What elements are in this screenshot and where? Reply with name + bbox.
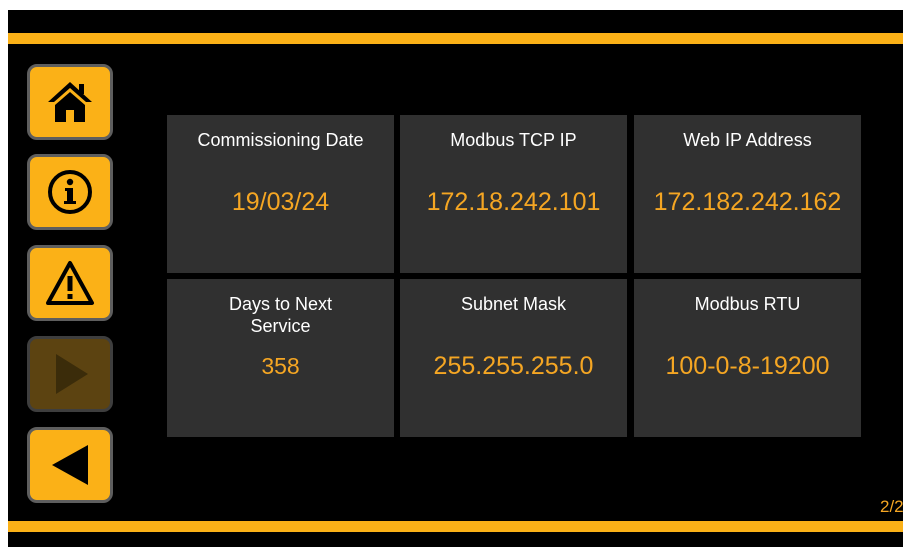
home-button[interactable] [27, 64, 113, 140]
tile-value: 172.18.242.101 [426, 188, 601, 216]
info-button[interactable] [27, 154, 113, 230]
tile-web-ip-address: Web IP Address 172.182.242.162 [634, 115, 861, 273]
tile-label: Days to Next Service [228, 294, 333, 336]
tile-subnet-mask: Subnet Mask 255.255.255.0 [400, 279, 627, 437]
tile-value: 172.182.242.162 [653, 188, 842, 216]
home-icon [48, 82, 92, 122]
back-button[interactable] [27, 427, 113, 503]
top-accent-bar [8, 33, 903, 44]
tile-label: Modbus TCP IP [450, 130, 577, 150]
tile-value: 100-0-8-19200 [665, 352, 830, 380]
tile-label: Modbus RTU [694, 294, 801, 314]
forward-button[interactable] [27, 336, 113, 412]
tile-label: Subnet Mask [460, 294, 567, 314]
tile-modbus-tcp-ip: Modbus TCP IP 172.18.242.101 [400, 115, 627, 273]
tile-days-to-next-service: Days to Next Service 358 [167, 279, 394, 437]
tile-label: Web IP Address [683, 130, 812, 150]
play-icon [56, 354, 88, 394]
tile-label: Commissioning Date [197, 130, 364, 150]
tile-modbus-rtu: Modbus RTU 100-0-8-19200 [634, 279, 861, 437]
tile-commissioning-date: Commissioning Date 19/03/24 [167, 115, 394, 273]
alarms-button[interactable] [27, 245, 113, 321]
tile-value: 358 [261, 353, 300, 379]
page-indicator: 2/2 [880, 497, 903, 516]
back-arrow-icon [52, 445, 88, 485]
bottom-accent-bar [8, 521, 903, 532]
tile-value: 255.255.255.0 [433, 352, 594, 380]
warning-icon [46, 261, 94, 305]
tile-value: 19/03/24 [231, 188, 330, 216]
info-icon [48, 170, 92, 214]
